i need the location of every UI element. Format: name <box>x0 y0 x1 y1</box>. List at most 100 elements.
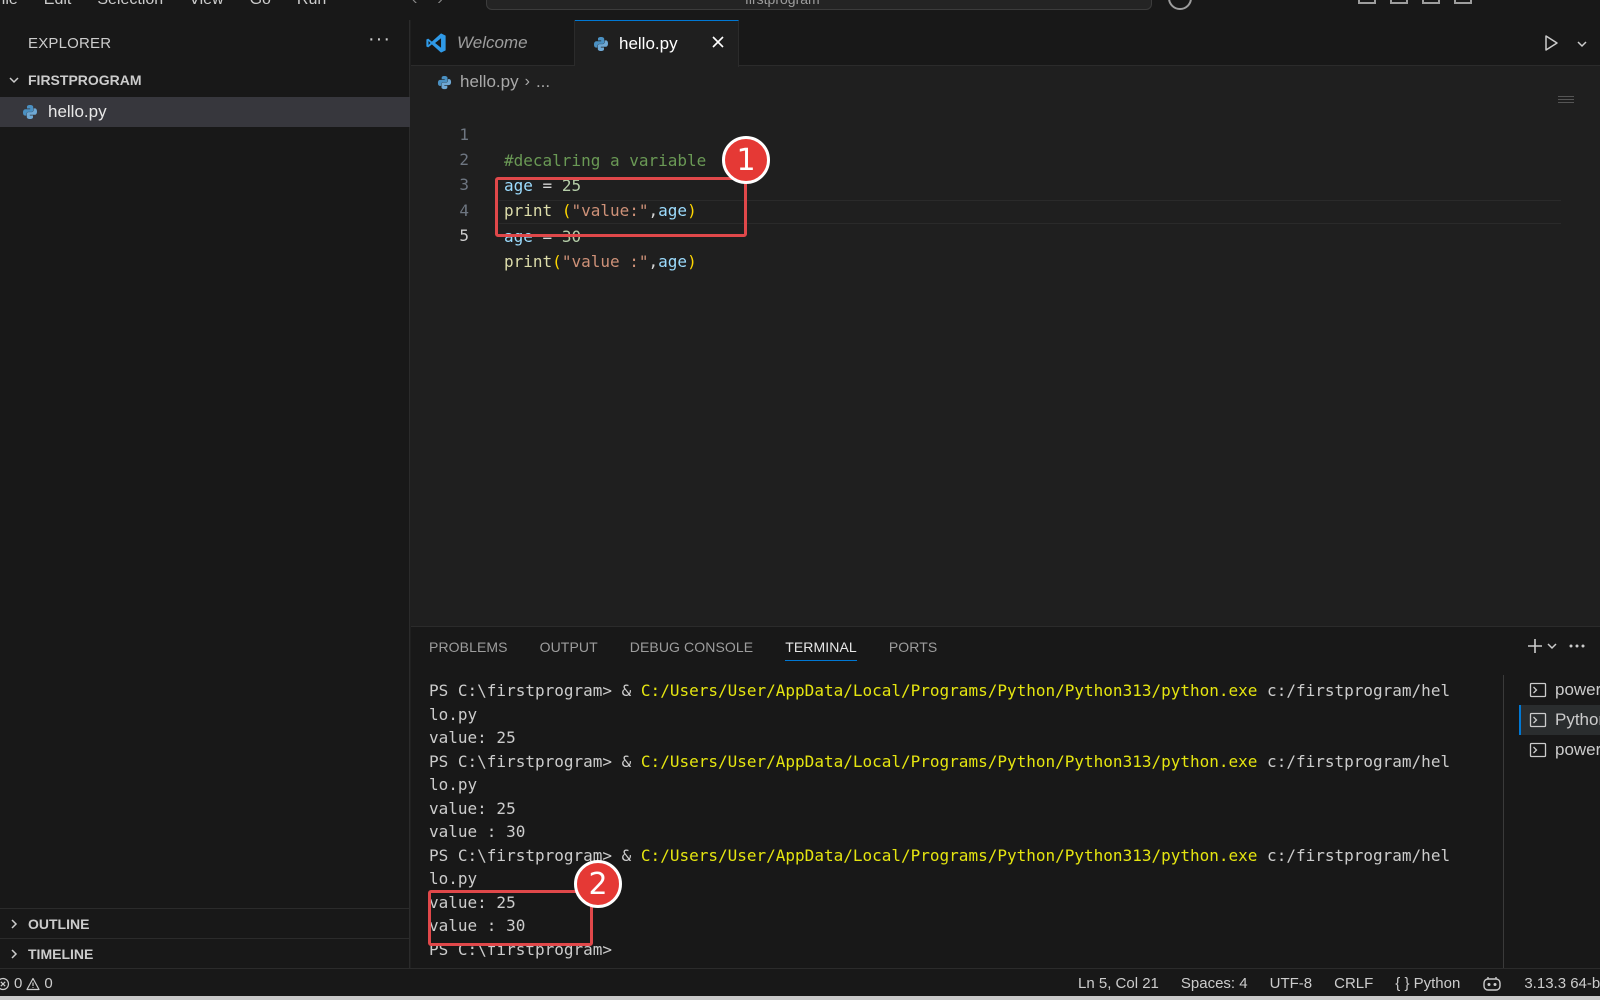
warning-icon <box>26 977 40 990</box>
menu-view[interactable]: View <box>189 0 223 9</box>
tab-terminal[interactable]: TERMINAL <box>785 627 857 667</box>
minimap[interactable] <box>1558 96 1574 104</box>
tab-label: Welcome <box>457 33 528 52</box>
terminal-line: value: 25 <box>429 728 516 747</box>
tab-label: hello.py <box>619 34 678 53</box>
panel-tab-bar: PROBLEMS OUTPUT DEBUG CONSOLE TERMINAL P… <box>429 627 937 667</box>
accounts-icon[interactable] <box>1168 0 1192 10</box>
more-actions-icon[interactable] <box>1568 637 1586 655</box>
terminal-list: powershell Python powershell <box>1519 675 1600 765</box>
folder-header[interactable]: FIRSTPROGRAM <box>0 65 410 95</box>
tab-debug-console[interactable]: DEBUG CONSOLE <box>630 627 753 667</box>
customize-layout-icon[interactable] <box>1454 0 1472 4</box>
terminal-prompt: PS C:\firstprogram> <box>429 751 622 771</box>
breadcrumb: hello.py › ... <box>437 70 550 94</box>
terminal-amp: & <box>621 681 641 700</box>
indentation[interactable]: Spaces: 4 <box>1181 975 1248 993</box>
tab-problems[interactable]: PROBLEMS <box>429 627 508 667</box>
code-comma: , <box>648 252 659 271</box>
chevron-down-icon[interactable] <box>1576 38 1588 50</box>
line-number: 5 <box>459 226 469 245</box>
terminal-line: PS C:\firstprogram> & C:/Users/User/AppD… <box>429 750 1509 774</box>
toggle-sidebar-icon[interactable] <box>1390 0 1408 4</box>
panel-actions <box>1526 637 1586 655</box>
terminal-item-label: powershell <box>1555 740 1600 759</box>
terminal-line: value : 30 <box>429 822 526 841</box>
menu-edit[interactable]: Edit <box>44 0 72 9</box>
terminal-icon <box>1529 682 1547 698</box>
tab-ports[interactable]: PORTS <box>889 627 937 667</box>
terminal-amp: & <box>621 751 641 771</box>
tab-welcome[interactable]: Welcome <box>411 20 575 66</box>
python-file-icon <box>437 75 452 89</box>
chevron-down-icon <box>0 74 28 86</box>
run-icon[interactable] <box>1542 34 1560 52</box>
plus-icon[interactable] <box>1526 637 1544 655</box>
code-variable: age <box>658 252 688 271</box>
terminal-item-python[interactable]: Python <box>1519 705 1600 735</box>
menu-selection[interactable]: Selection <box>97 0 163 9</box>
terminal-exe-path: C:/Users/User/AppData/Local/Programs/Pyt… <box>640 845 1258 865</box>
menu-bar: File Edit Selection View Go Run <box>0 0 326 9</box>
layout-controls <box>1358 0 1472 4</box>
status-right: Ln 5, Col 21 Spaces: 4 UTF-8 CRLF { } Py… <box>1078 975 1600 993</box>
command-center[interactable]: firstprogram <box>486 0 1152 10</box>
end-of-line[interactable]: CRLF <box>1334 975 1373 993</box>
python-interpreter[interactable]: 3.13.3 64-bit <box>1524 975 1600 993</box>
menu-run[interactable]: Run <box>297 0 326 9</box>
chevron-right-icon: › <box>524 73 530 90</box>
terminal-exe-path: C:/Users/User/AppData/Local/Programs/Pyt… <box>640 751 1258 771</box>
code-line[interactable]: 3 print ("value:",age) <box>411 146 1561 220</box>
layout-icon[interactable] <box>1358 0 1376 4</box>
vscode-icon <box>426 33 446 53</box>
code-line[interactable]: 2 age = 25 <box>411 121 1561 195</box>
annotation-badge-2: 2 <box>574 860 622 908</box>
encoding[interactable]: UTF-8 <box>1270 975 1313 993</box>
code-line[interactable]: 1 #decalring a variable <box>411 96 1561 170</box>
chevron-down-icon[interactable] <box>1546 640 1558 652</box>
menu-file[interactable]: File <box>0 0 18 9</box>
close-icon[interactable] <box>710 34 726 50</box>
timeline-header[interactable]: TIMELINE <box>0 939 410 969</box>
code-function: print <box>504 252 553 271</box>
terminal-line: PS C:\firstprogram> & C:/Users/User/AppD… <box>429 679 1509 703</box>
outline-label: OUTLINE <box>28 916 90 932</box>
outline-header[interactable]: OUTLINE <box>0 909 410 939</box>
breadcrumb-symbols[interactable]: ... <box>536 72 550 92</box>
more-actions-icon[interactable]: ··· <box>368 28 391 51</box>
code-editor[interactable]: 1 #decalring a variable 2 age = 25 3 pri… <box>411 96 1600 626</box>
code-paren: ) <box>687 252 697 271</box>
problems-status[interactable]: 0 0 <box>0 975 53 992</box>
window-edge <box>0 996 1600 1000</box>
terminal-amp: & <box>621 845 641 865</box>
annotation-badge-1: 1 <box>722 136 770 184</box>
breadcrumb-file[interactable]: hello.py <box>460 72 519 92</box>
terminal-line: value: 25 <box>429 798 516 818</box>
annotation-box-1 <box>495 177 747 237</box>
explorer-sidebar: EXPLORER ··· FIRSTPROGRAM hello.py OUTLI… <box>0 20 410 968</box>
cursor-position[interactable]: Ln 5, Col 21 <box>1078 975 1159 993</box>
terminal-item-label: Python <box>1555 710 1600 729</box>
terminal-item-powershell[interactable]: powershell <box>1519 675 1600 705</box>
language-mode[interactable]: { } Python <box>1395 975 1460 993</box>
terminal-item-powershell[interactable]: powershell <box>1519 735 1600 765</box>
nav-arrows-icon[interactable]: ‹› <box>412 0 463 9</box>
chevron-right-icon <box>0 918 28 930</box>
error-count: 0 <box>14 975 23 992</box>
folder-name: FIRSTPROGRAM <box>28 72 142 88</box>
tab-output[interactable]: OUTPUT <box>540 627 598 667</box>
terminal-line: lo.py <box>429 775 478 794</box>
explorer-title: EXPLORER <box>28 35 112 52</box>
terminal-divider <box>1503 675 1504 969</box>
copilot-icon[interactable] <box>1482 975 1502 993</box>
timeline-label: TIMELINE <box>28 946 94 962</box>
error-icon <box>0 977 10 990</box>
tab-hello-py[interactable]: hello.py <box>575 20 739 67</box>
menu-go[interactable]: Go <box>250 0 271 9</box>
toggle-panel-icon[interactable] <box>1422 0 1440 4</box>
python-file-icon <box>594 37 608 51</box>
annotation-box-2 <box>428 890 593 946</box>
file-item-hello-py[interactable]: hello.py <box>0 97 410 127</box>
terminal-icon <box>1529 712 1547 728</box>
chevron-right-icon <box>0 948 28 960</box>
